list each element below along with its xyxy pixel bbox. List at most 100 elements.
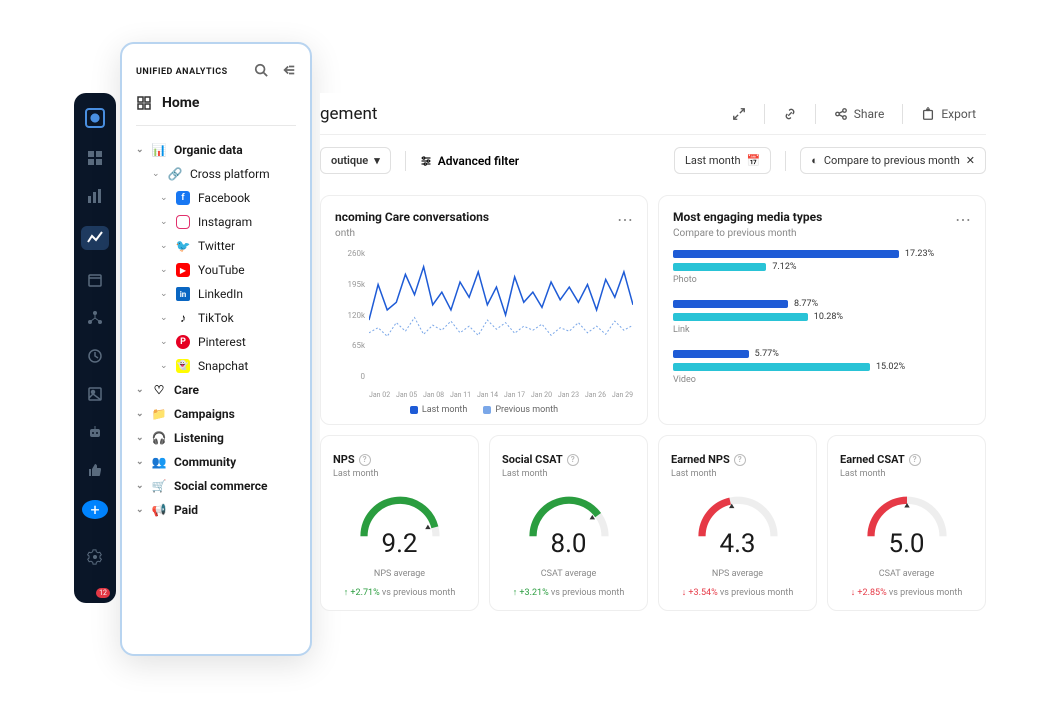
metric-value: 5.0 <box>862 529 952 559</box>
cart-icon: 🛒 <box>152 479 166 493</box>
metric-card: Social CSAT ? Last month 8.0 CSAT averag… <box>489 435 648 611</box>
facebook-icon: f <box>176 191 190 205</box>
period-filter[interactable]: Last month📅 <box>674 147 771 174</box>
logo-icon[interactable] <box>83 108 107 128</box>
compare-filter[interactable]: ◐Compare to previous month✕ <box>800 147 986 174</box>
help-icon[interactable]: ? <box>734 454 746 466</box>
linkedin-icon: in <box>176 287 190 301</box>
tree-paid[interactable]: ⌄📢Paid <box>136 498 296 522</box>
help-icon[interactable]: ? <box>567 454 579 466</box>
help-icon[interactable]: ? <box>909 454 921 466</box>
tree-campaigns[interactable]: ⌄📁Campaigns <box>136 402 296 426</box>
megaphone-icon: 📢 <box>152 503 166 517</box>
profile-filter[interactable]: outique▾ <box>320 147 391 174</box>
tree-pinterest[interactable]: ⌄PPinterest <box>136 330 296 354</box>
add-button[interactable]: + <box>82 500 108 519</box>
metric-change: ↑ +3.21% vs previous month <box>502 587 635 598</box>
tree-community[interactable]: ⌄👥Community <box>136 450 296 474</box>
nav-panel: UNIFIED ANALYTICS Home ⌄📊Organic data ⌄🔗… <box>120 42 312 656</box>
help-icon[interactable]: ? <box>359 454 371 466</box>
expand-icon[interactable] <box>732 107 746 121</box>
hierarchy-icon[interactable] <box>83 310 107 326</box>
calendar-icon[interactable] <box>83 272 107 288</box>
main-content: gement Share Export outique▾ Advanced fi… <box>320 93 986 602</box>
share-button[interactable]: Share <box>834 107 885 121</box>
people-icon: 👥 <box>152 455 166 469</box>
more-icon[interactable]: ⋯ <box>617 210 633 229</box>
folder-icon: 📁 <box>152 407 166 421</box>
filter-bar: outique▾ Advanced filter Last month📅 ◐Co… <box>320 135 986 187</box>
metric-subtitle: Last month <box>671 469 804 479</box>
instagram-icon <box>176 215 190 229</box>
headphones-icon: 🎧 <box>152 431 166 445</box>
dashboard-icon[interactable] <box>83 150 107 166</box>
tree-facebook[interactable]: ⌄fFacebook <box>136 186 296 210</box>
image-icon[interactable] <box>83 386 107 402</box>
thumbs-up-icon[interactable] <box>83 462 107 478</box>
tree-snapchat[interactable]: ⌄👻Snapchat <box>136 354 296 378</box>
gauge-chart: 5.0 <box>862 491 952 541</box>
search-icon[interactable] <box>254 62 268 81</box>
tree-youtube[interactable]: ⌄▶YouTube <box>136 258 296 282</box>
tree-organic-data[interactable]: ⌄📊Organic data <box>136 138 296 162</box>
snapchat-icon: 👻 <box>176 359 190 373</box>
metric-title: Social CSAT ? <box>502 453 579 466</box>
metric-change: ↑ +2.71% vs previous month <box>333 587 466 598</box>
sidebar-rail: + 12 <box>74 93 116 603</box>
gear-icon[interactable] <box>83 549 107 565</box>
history-icon[interactable] <box>83 348 107 364</box>
tree-instagram[interactable]: ⌄Instagram <box>136 210 296 234</box>
metric-change: ↓ +3.54% vs previous month <box>671 587 804 598</box>
chart-icon[interactable] <box>83 188 107 204</box>
bar-chart: 17.23%7.12%Photo8.77%10.28%Link5.77%15.0… <box>673 249 971 385</box>
metric-average-label: CSAT average <box>840 569 973 579</box>
line-chart <box>369 249 633 381</box>
tree-cross-platform[interactable]: ⌄🔗Cross platform <box>136 162 296 186</box>
advanced-filter[interactable]: Advanced filter <box>420 154 519 168</box>
tree-listening[interactable]: ⌄🎧Listening <box>136 426 296 450</box>
panel-title: UNIFIED ANALYTICS <box>136 67 228 77</box>
main-header: gement Share Export <box>320 93 986 135</box>
conversations-chart-card: ncoming Care conversations onth ⋯ 260k19… <box>320 195 648 425</box>
tree-twitter[interactable]: ⌄🐦Twitter <box>136 234 296 258</box>
gauge-chart: 9.2 <box>355 491 445 541</box>
page-title: gement <box>320 104 377 124</box>
link-icon: 🔗 <box>168 167 182 181</box>
analytics-icon[interactable] <box>81 226 109 250</box>
metric-value: 8.0 <box>524 529 614 559</box>
home-item[interactable]: Home <box>136 95 296 111</box>
gauge-chart: 8.0 <box>524 491 614 541</box>
metric-title: Earned NPS ? <box>671 453 746 466</box>
metric-average-label: CSAT average <box>502 569 635 579</box>
divider <box>136 125 296 126</box>
close-icon[interactable]: ✕ <box>966 154 975 167</box>
tree-tiktok[interactable]: ⌄♪TikTok <box>136 306 296 330</box>
calendar-icon: 📅 <box>747 154 761 167</box>
card-title: Most engaging media types <box>673 210 971 224</box>
metric-card: Earned NPS ? Last month 4.3 NPS average … <box>658 435 817 611</box>
metric-subtitle: Last month <box>333 469 466 479</box>
tree-care[interactable]: ⌄♡Care <box>136 378 296 402</box>
tree-linkedin[interactable]: ⌄inLinkedIn <box>136 282 296 306</box>
collapse-icon[interactable] <box>282 62 296 81</box>
bot-icon[interactable] <box>83 424 107 440</box>
stats-icon: 📊 <box>152 143 166 157</box>
link-icon[interactable] <box>783 107 797 121</box>
metric-value: 4.3 <box>693 529 783 559</box>
youtube-icon: ▶ <box>176 263 190 277</box>
card-subtitle: Compare to previous month <box>673 228 971 239</box>
more-icon[interactable]: ⋯ <box>955 210 971 229</box>
tiktok-icon: ♪ <box>176 311 190 325</box>
export-button[interactable]: Export <box>921 107 976 121</box>
card-title: ncoming Care conversations <box>335 210 633 224</box>
twitter-icon: 🐦 <box>176 239 190 253</box>
home-label: Home <box>162 95 199 111</box>
gauge-chart: 4.3 <box>693 491 783 541</box>
tree-social-commerce[interactable]: ⌄🛒Social commerce <box>136 474 296 498</box>
chevron-down-icon: ▾ <box>374 154 380 167</box>
metric-average-label: NPS average <box>333 569 466 579</box>
metric-title: NPS ? <box>333 453 371 466</box>
metric-subtitle: Last month <box>840 469 973 479</box>
metric-card: NPS ? Last month 9.2 NPS average ↑ +2.71… <box>320 435 479 611</box>
x-axis: Jan 02Jan 05Jan 08Jan 11Jan 14Jan 17Jan … <box>369 391 633 399</box>
